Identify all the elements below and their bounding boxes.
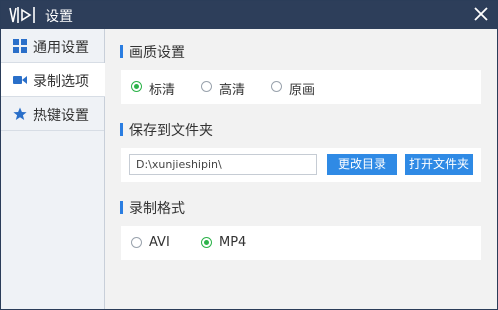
radio-checked-icon [201, 237, 212, 248]
title-bar[interactable]: 设置 [1, 1, 497, 29]
format-panel: AVI MP4 [121, 226, 481, 260]
radio-unchecked-icon [271, 81, 282, 92]
sidebar-item-hotkeys[interactable]: 热键设置 [1, 97, 104, 131]
sidebar-item-label: 通用设置 [33, 40, 89, 56]
radio-label: MP4 [219, 235, 247, 250]
grid-icon [13, 39, 27, 53]
change-directory-button[interactable]: 更改目录 [327, 154, 397, 175]
video-app-icon [9, 7, 35, 23]
radio-label: 标清 [149, 83, 176, 98]
radio-unchecked-icon [131, 237, 142, 248]
sidebar: 通用设置 录制选项 热键设置 [1, 29, 105, 309]
save-path-input[interactable] [129, 154, 317, 175]
radio-unchecked-icon [201, 81, 212, 92]
radio-label: 原画 [289, 83, 316, 98]
close-icon[interactable] [473, 6, 489, 22]
settings-window: 设置 通用设置 录制选项 热键设置 画质设置 标清 高清 原画 保存到文件夹 D… [0, 0, 498, 310]
quality-panel: 标清 高清 原画 [121, 70, 481, 104]
window-title: 设置 [45, 9, 73, 25]
save-panel: 更改目录 打开文件夹 [121, 148, 481, 182]
sidebar-item-label: 热键设置 [33, 108, 89, 124]
star-icon [13, 107, 27, 120]
format-section-title: 录制格式 [120, 198, 185, 218]
radio-checked-icon [131, 81, 142, 92]
radio-label: 高清 [219, 83, 246, 98]
sidebar-item-recording[interactable]: 录制选项 [1, 63, 105, 97]
sidebar-item-general[interactable]: 通用设置 [1, 29, 104, 63]
open-folder-button[interactable]: 打开文件夹 [405, 154, 473, 175]
radio-label: AVI [149, 235, 170, 250]
sidebar-item-label: 录制选项 [33, 74, 89, 90]
save-section-title: 保存到文件夹 [120, 120, 213, 140]
video-camera-icon [13, 76, 27, 84]
quality-section-title: 画质设置 [120, 42, 185, 62]
settings-content: 画质设置 标清 高清 原画 保存到文件夹 更改目录 打开文件夹 录制格式 [105, 29, 497, 309]
